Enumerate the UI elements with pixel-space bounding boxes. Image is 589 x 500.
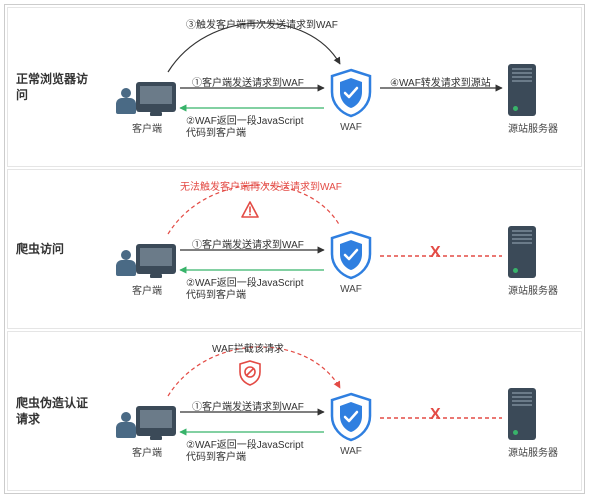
waf-label: WAF — [328, 122, 374, 133]
waf-label: WAF — [328, 284, 374, 295]
label-step2-line2: 代码到客户端 — [186, 124, 246, 139]
label-intercepted: WAF拦截该请求 — [212, 340, 284, 355]
waf-shield-icon — [328, 392, 374, 442]
server-icon — [508, 388, 536, 440]
server-node: 源站服务器 — [508, 388, 558, 459]
client-label: 客户端 — [118, 282, 176, 297]
panel-title: 爬虫伪造认证请求 — [16, 395, 96, 427]
client-label: 客户端 — [118, 120, 176, 135]
waf-shield-icon — [328, 68, 374, 118]
waf-label: WAF — [328, 446, 374, 457]
panel-title: 爬虫访问 — [16, 241, 96, 257]
server-label: 源站服务器 — [508, 444, 558, 459]
waf-node: WAF — [328, 392, 374, 457]
waf-node: WAF — [328, 68, 374, 133]
label-step3: ③触发客户端再次发送请求到WAF — [186, 16, 338, 31]
intercept-shield-icon — [238, 360, 262, 386]
client-node: 客户端 — [118, 234, 176, 297]
diagram-frame: 正常浏览器访问 客户端 WAF 源站服务器 — [4, 4, 585, 494]
client-icon — [118, 72, 176, 116]
label-step1: ①客户端发送请求到WAF — [192, 74, 304, 89]
server-icon — [508, 64, 536, 116]
label-step4: ④WAF转发请求到源站 — [390, 74, 491, 89]
panel-crawler: 爬虫访问 客户端 WAF 源站服务器 — [7, 169, 582, 329]
client-node: 客户端 — [118, 396, 176, 459]
label-crawler-fail: 无法触发客户端再次发送请求到WAF — [180, 178, 342, 193]
server-label: 源站服务器 — [508, 282, 558, 297]
label-step1: ①客户端发送请求到WAF — [192, 398, 304, 413]
client-icon — [118, 396, 176, 440]
stage: 客户端 WAF 源站服务器 — [108, 176, 571, 322]
warning-icon — [240, 200, 260, 220]
server-node: 源站服务器 — [508, 226, 558, 297]
label-step2-line2: 代码到客户端 — [186, 286, 246, 301]
panel-title: 正常浏览器访问 — [16, 71, 96, 103]
client-label: 客户端 — [118, 444, 176, 459]
client-icon — [118, 234, 176, 278]
block-x-icon: X — [430, 406, 441, 424]
panel-normal: 正常浏览器访问 客户端 WAF 源站服务器 — [7, 7, 582, 167]
server-label: 源站服务器 — [508, 120, 558, 135]
server-icon — [508, 226, 536, 278]
stage: 客户端 WAF 源站服务器 — [108, 14, 571, 160]
label-step2-line2: 代码到客户端 — [186, 448, 246, 463]
stage: 客户端 WAF 源站服务器 — [108, 338, 571, 484]
panel-forged: 爬虫伪造认证请求 客户端 WAF 源站服务器 — [7, 331, 582, 491]
waf-node: WAF — [328, 230, 374, 295]
block-x-icon: X — [430, 244, 441, 262]
label-step1: ①客户端发送请求到WAF — [192, 236, 304, 251]
server-node: 源站服务器 — [508, 64, 558, 135]
client-node: 客户端 — [118, 72, 176, 135]
waf-shield-icon — [328, 230, 374, 280]
